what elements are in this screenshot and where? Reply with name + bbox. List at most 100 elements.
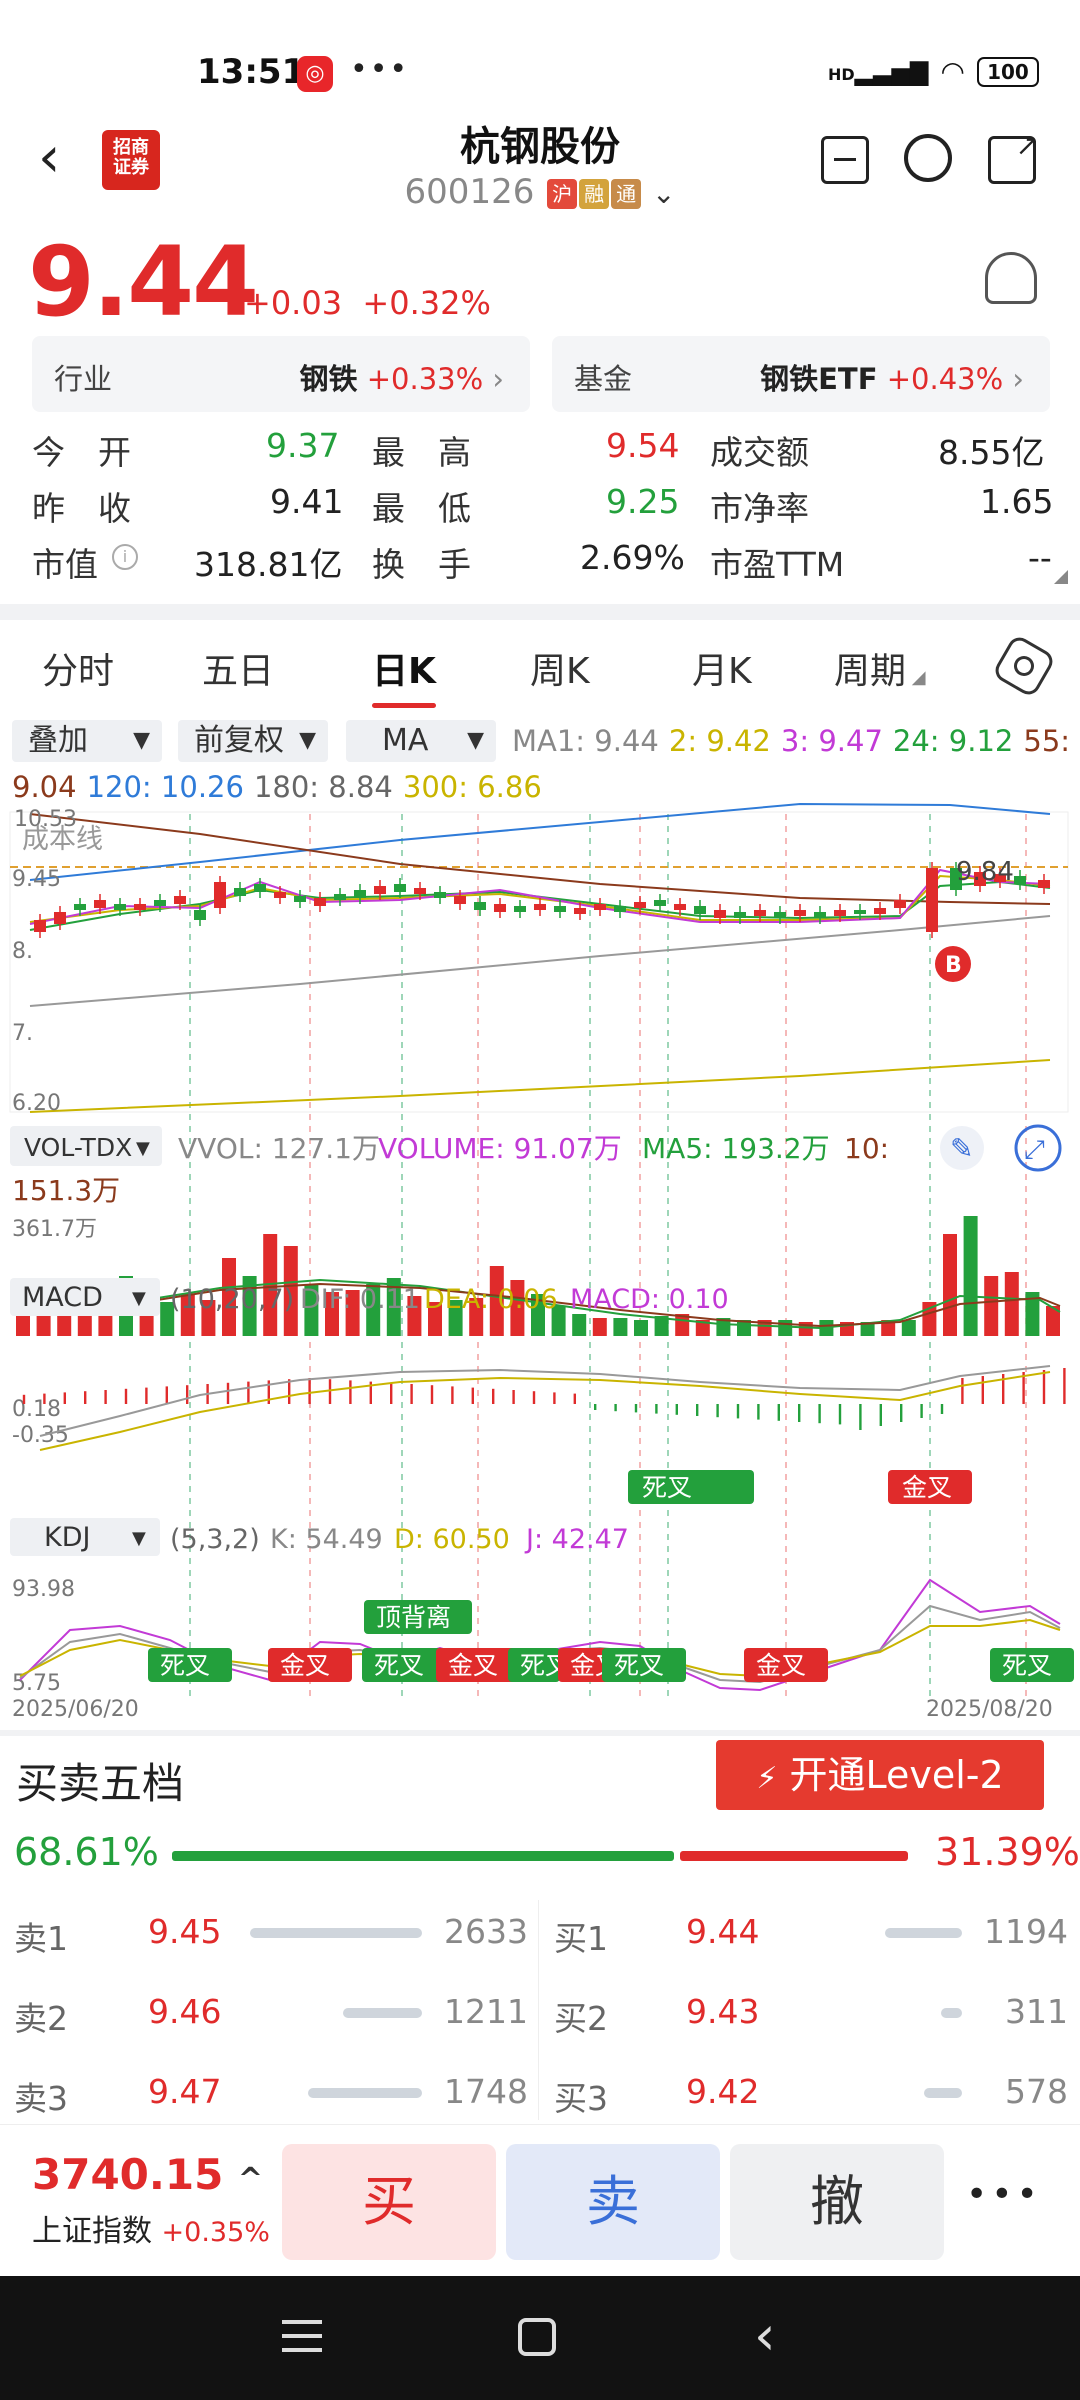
buy-level-volume: 311	[1005, 1992, 1068, 2031]
stat-label: 最 低	[372, 489, 471, 528]
candle-body	[354, 890, 366, 898]
industry-pill[interactable]: 行业 钢铁 +0.33% ›	[32, 336, 530, 412]
cancel-order-button[interactable]: 撤	[730, 2144, 944, 2260]
stock-charts[interactable]: 10.53 成本线 9.45 8. 7. 6.20 9.84 B VOL-TDX…	[0, 800, 1080, 1730]
adjust-dropdown[interactable]: 前复权 ▼	[178, 720, 328, 762]
ma-value-4: 55:	[1023, 724, 1071, 758]
buy-level-row[interactable]: 买1 9.44 1194	[540, 1900, 1080, 1960]
fund-label: 基金	[574, 362, 633, 396]
ma120-line	[29, 802, 1051, 881]
buy-level-label: 买2	[554, 1999, 608, 2038]
ma-value-0: MA1: 9.44	[512, 724, 659, 758]
candle-body	[174, 896, 186, 904]
ma-dropdown[interactable]: MA ▼	[346, 720, 496, 762]
candle-body	[214, 882, 226, 908]
stat-pe: --	[1028, 538, 1052, 577]
menu-icon[interactable]	[282, 2320, 322, 2352]
date-end-label: 2025/08/20	[926, 1697, 1053, 1722]
stat-label: 今 开	[32, 433, 131, 472]
change-pct: +0.32%	[362, 284, 491, 322]
settings-icon[interactable]	[991, 633, 1057, 699]
tab-five-day[interactable]: 五日	[202, 642, 274, 694]
candle-body	[334, 894, 346, 900]
candle-body	[614, 906, 626, 912]
macd-dea-line	[39, 1371, 1051, 1451]
home-icon[interactable]	[518, 2318, 556, 2356]
index-name-row: 上证指数 +0.35%	[32, 2206, 270, 2250]
kdj-signal-label: 死叉	[374, 1651, 424, 1680]
sell-level-row[interactable]: 卖3 9.47 1748	[0, 2060, 540, 2120]
kdj-j: J: 42.47	[524, 1524, 629, 1555]
sell-level-price: 9.46	[148, 1992, 222, 2031]
ma-value-extra-1: 120: 10.26	[86, 770, 244, 804]
sell-button[interactable]: 卖	[506, 2144, 720, 2260]
stat-label: 市盈TTM	[710, 545, 845, 584]
volume-bar	[572, 1314, 587, 1336]
search-icon[interactable]	[904, 134, 952, 182]
sell-level-row[interactable]: 卖2 9.46 1211	[0, 1980, 540, 2040]
section-divider	[0, 1730, 1080, 1736]
app-notification-icon: ◎	[297, 56, 333, 92]
system-nav-bar: ‹	[0, 2276, 1080, 2400]
buy-marker-label: B	[945, 953, 962, 978]
candle-body	[414, 888, 426, 894]
share-icon[interactable]: ↗	[988, 129, 1039, 184]
ma-value-extra-2: 180: 8.84	[253, 770, 393, 804]
wifi-icon: ◠	[940, 55, 965, 88]
index-value[interactable]: 3740.15 ^	[32, 2150, 263, 2199]
industry-pct: +0.33%	[366, 362, 484, 396]
candle-body	[834, 910, 846, 916]
high-price-marker: 9.84	[956, 857, 1014, 887]
caret-down-icon: ▼	[136, 1138, 150, 1159]
info-icon[interactable]: i	[112, 544, 138, 570]
buy-button[interactable]: 买	[282, 2144, 496, 2260]
fund-pct: +0.43%	[886, 362, 1004, 396]
tag-rong: 融	[579, 178, 610, 209]
sell-level-row[interactable]: 卖1 9.45 2633	[0, 1900, 540, 1960]
index-name: 上证指数	[32, 2214, 152, 2249]
buy-level-row[interactable]: 买2 9.43 311	[540, 1980, 1080, 2040]
vvol-value: VVOL: 127.1万	[178, 1132, 380, 1165]
change-value: +0.03	[244, 284, 343, 322]
volume-bar	[963, 1216, 978, 1336]
tab-weekly-k[interactable]: 周K	[530, 642, 590, 694]
overlay-label: 叠加	[28, 723, 88, 758]
battery-icon: 100	[976, 56, 1039, 87]
open-level2-button[interactable]: ⚡ 开通Level-2	[716, 1740, 1044, 1810]
caret-down-icon: ▼	[132, 1528, 146, 1549]
tab-daily-k[interactable]: 日K	[372, 642, 436, 708]
more-icon[interactable]: •••	[966, 2174, 1042, 2215]
tab-period[interactable]: 周期 ◢	[834, 642, 926, 694]
index-value-text: 3740.15	[32, 2150, 224, 2199]
tab-intraday[interactable]: 分时	[42, 642, 114, 694]
kline-gridlines	[189, 814, 1027, 1700]
ma-label: MA	[382, 723, 429, 758]
candle-body	[714, 910, 726, 918]
kdj-top-label: 93.98	[12, 1577, 75, 1602]
order-book-levels: 卖1 9.45 2633 卖2 9.46 1211 卖3 9.47 1748 买1 9.44 1194…	[0, 1900, 1080, 2118]
price-alert-icon[interactable]	[985, 252, 1037, 304]
expand-corner-icon[interactable]	[1054, 570, 1068, 584]
macd-params: (10,20,7)	[170, 1284, 294, 1315]
candle-body	[574, 908, 586, 914]
candle-body	[194, 910, 206, 920]
volume-bar	[984, 1276, 999, 1336]
buy-ratio-bar	[680, 1851, 908, 1861]
sell-depth-bar	[250, 1928, 422, 1938]
minus-square-icon[interactable]	[821, 136, 869, 184]
overlay-dropdown[interactable]: 叠加 ▼	[12, 720, 162, 762]
tab-monthly-k[interactable]: 月K	[692, 642, 752, 694]
kdj-params: (5,3,2)	[170, 1524, 260, 1555]
stat-market-cap: 318.81亿	[194, 545, 343, 584]
back-nav-icon[interactable]: ‹	[754, 2304, 776, 2367]
status-time: 13:51	[197, 52, 306, 92]
kdj-signal-badges: 死叉 金叉 死叉 金叉 死叉 金叉死叉 金叉 死叉	[148, 1648, 1074, 1682]
ma300-line	[29, 1059, 1051, 1113]
stat-low: 9.25	[606, 482, 680, 521]
buy-level-row[interactable]: 买3 9.42 578	[540, 2060, 1080, 2120]
pencil-icon: ✎	[950, 1132, 973, 1165]
fund-pill[interactable]: 基金 钢铁ETF +0.43% ›	[552, 336, 1050, 412]
buy-level-price: 9.44	[686, 1912, 760, 1951]
buy-depth-bar	[941, 2008, 962, 2018]
candle-body	[54, 912, 66, 924]
